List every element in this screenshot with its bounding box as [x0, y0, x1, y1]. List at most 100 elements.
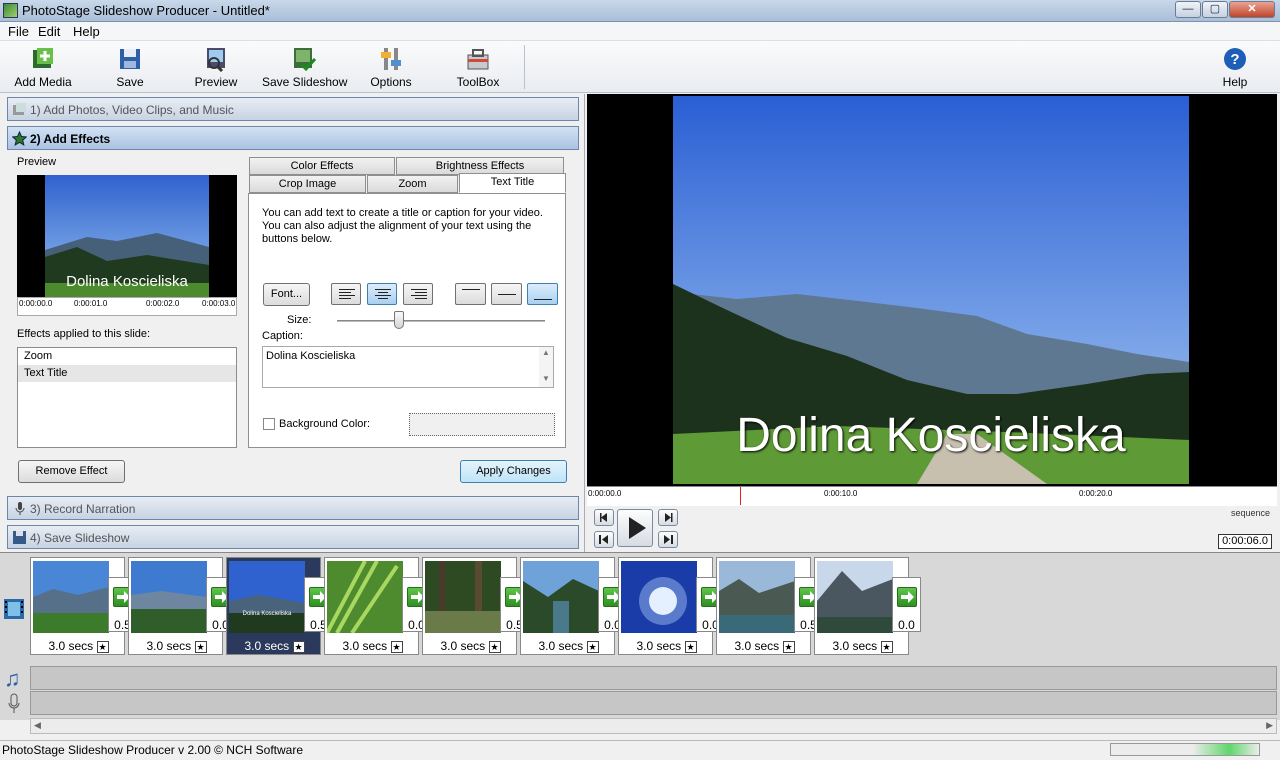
close-button[interactable]: ✕: [1229, 1, 1275, 18]
slide-preview: Dolina Koscieliska: [17, 175, 237, 303]
slide-image: [523, 561, 599, 633]
effects-star-icon[interactable]: ★: [586, 641, 599, 653]
effects-star-icon[interactable]: ★: [292, 641, 305, 653]
align-center-button[interactable]: [367, 283, 397, 305]
size-label: Size:: [287, 314, 312, 326]
valign-top-button[interactable]: [455, 283, 486, 305]
font-button[interactable]: Font...: [263, 283, 310, 306]
valign-bottom-button[interactable]: [527, 283, 558, 305]
slide-image: [327, 561, 403, 633]
effects-star-icon[interactable]: ★: [96, 641, 109, 653]
step-back-button[interactable]: [594, 509, 614, 526]
scroll-down-icon[interactable]: ▼: [542, 374, 550, 383]
step-record-narration[interactable]: 3) Record Narration: [7, 496, 579, 520]
options-button[interactable]: Options: [362, 44, 420, 90]
status-text: PhotoStage Slideshow Producer v 2.00 © N…: [2, 743, 303, 757]
effects-star-icon[interactable]: ★: [390, 641, 403, 653]
go-end-icon: [664, 535, 673, 544]
tab-crop-image[interactable]: Crop Image: [249, 175, 366, 193]
toolbox-icon: [467, 49, 489, 70]
video-track-icon: [3, 597, 25, 621]
save-button[interactable]: Save: [100, 44, 160, 90]
align-left-button[interactable]: [331, 283, 361, 305]
slide-duration[interactable]: 3.0 secs ★: [521, 639, 616, 653]
effect-item-text-title[interactable]: Text Title: [18, 365, 236, 382]
remove-effect-button[interactable]: Remove Effect: [18, 460, 125, 483]
save-slideshow-icon: [294, 48, 317, 72]
effects-star-icon[interactable]: ★: [684, 641, 697, 653]
add-media-button[interactable]: Add Media: [8, 44, 78, 90]
step-save-slideshow[interactable]: 4) Save Slideshow: [7, 525, 579, 549]
go-start-button[interactable]: [594, 531, 614, 548]
menu-edit[interactable]: Edit: [38, 24, 60, 39]
size-slider-track[interactable]: [337, 320, 545, 322]
microphone-icon: [15, 502, 25, 515]
playhead[interactable]: [740, 487, 741, 505]
title-bar: PhotoStage Slideshow Producer - Untitled…: [0, 0, 1280, 22]
slide-duration[interactable]: 3.0 secs ★: [31, 639, 126, 653]
effect-item-zoom[interactable]: Zoom: [18, 348, 236, 365]
background-color-checkbox[interactable]: [263, 418, 275, 430]
help-button[interactable]: ? Help: [1212, 44, 1258, 90]
video-preview: Dolina Koscieliska: [587, 94, 1277, 486]
scroll-left-icon[interactable]: ◀: [34, 720, 41, 731]
options-icon: [381, 48, 401, 70]
slide-duration[interactable]: 3.0 secs ★: [129, 639, 224, 653]
minimize-button[interactable]: —: [1175, 1, 1201, 18]
slide-duration[interactable]: 3.0 secs ★: [717, 639, 812, 653]
effects-star-icon[interactable]: ★: [194, 641, 207, 653]
effects-star-icon[interactable]: ★: [880, 641, 893, 653]
background-color-swatch[interactable]: [409, 413, 555, 436]
sequence-label: sequence: [1230, 508, 1270, 518]
slide-caption: Dolina Koscieliska: [242, 611, 292, 617]
slide-duration[interactable]: 3.0 secs ★: [423, 639, 518, 653]
slide-duration[interactable]: 3.0 secs ★: [619, 639, 714, 653]
valign-middle-button[interactable]: [491, 283, 522, 305]
step-back-icon: [600, 513, 607, 522]
step-add-photos[interactable]: 1) Add Photos, Video Clips, and Music: [7, 97, 579, 121]
music-note-icon: ♫: [4, 666, 21, 691]
narration-track[interactable]: [30, 691, 1277, 715]
tab-zoom[interactable]: Zoom: [367, 175, 458, 193]
menu-bar: File Edit Help: [0, 22, 1280, 41]
play-button[interactable]: [617, 509, 653, 547]
scroll-up-icon[interactable]: ▲: [542, 348, 550, 357]
preview-timeline[interactable]: 0:00:00.0 0:00:01.0 0:00:02.0 0:00:03.0: [17, 297, 237, 316]
effects-applied-label: Effects applied to this slide:: [17, 328, 151, 340]
caption-scrollbar[interactable]: ▲ ▼: [539, 347, 553, 387]
apply-changes-button[interactable]: Apply Changes: [460, 460, 567, 483]
maximize-button[interactable]: ▢: [1202, 1, 1228, 18]
slide-duration[interactable]: 3.0 secs ★: [325, 639, 420, 653]
text-title-description: You can add text to create a title or ca…: [262, 207, 543, 245]
preview-button[interactable]: Preview: [186, 44, 246, 90]
activity-indicator: [1110, 743, 1260, 756]
effects-star-icon[interactable]: ★: [488, 641, 501, 653]
transition-box[interactable]: 0.0: [892, 577, 921, 632]
slide-duration[interactable]: 3.0 secs ★: [227, 639, 322, 653]
tab-text-title[interactable]: Text Title: [459, 173, 566, 193]
save-slideshow-button[interactable]: Save Slideshow: [262, 44, 347, 90]
tab-color-effects[interactable]: Color Effects: [249, 157, 395, 175]
menu-file[interactable]: File: [8, 24, 29, 39]
viewer-seekbar[interactable]: 0:00:00.0 0:00:10.0 0:00:20.0: [587, 486, 1277, 506]
caption-textarea[interactable]: Dolina Koscieliska ▲ ▼: [262, 346, 554, 388]
background-color-label: Background Color:: [279, 418, 371, 430]
toolbox-button[interactable]: ToolBox: [450, 44, 506, 90]
disk-icon: [13, 531, 26, 544]
valign-bottom-icon: [534, 299, 552, 300]
slide-duration[interactable]: 3.0 secs ★: [815, 639, 910, 653]
effects-star-icon[interactable]: ★: [782, 641, 795, 653]
step-add-effects[interactable]: 2) Add Effects: [7, 126, 579, 150]
music-track[interactable]: [30, 666, 1277, 690]
app-icon: [3, 3, 18, 18]
align-left-icon: [339, 289, 355, 301]
size-slider-thumb[interactable]: [394, 311, 405, 329]
menu-help[interactable]: Help: [73, 24, 100, 39]
add-photos-icon: [13, 103, 26, 115]
align-right-button[interactable]: [403, 283, 433, 305]
step-forward-button[interactable]: [658, 509, 678, 526]
timeline-scrollbar[interactable]: ◀ ▶: [30, 718, 1277, 734]
go-end-button[interactable]: [658, 531, 678, 548]
scroll-right-icon[interactable]: ▶: [1266, 720, 1273, 731]
video-caption: Dolina Koscieliska: [736, 409, 1126, 462]
